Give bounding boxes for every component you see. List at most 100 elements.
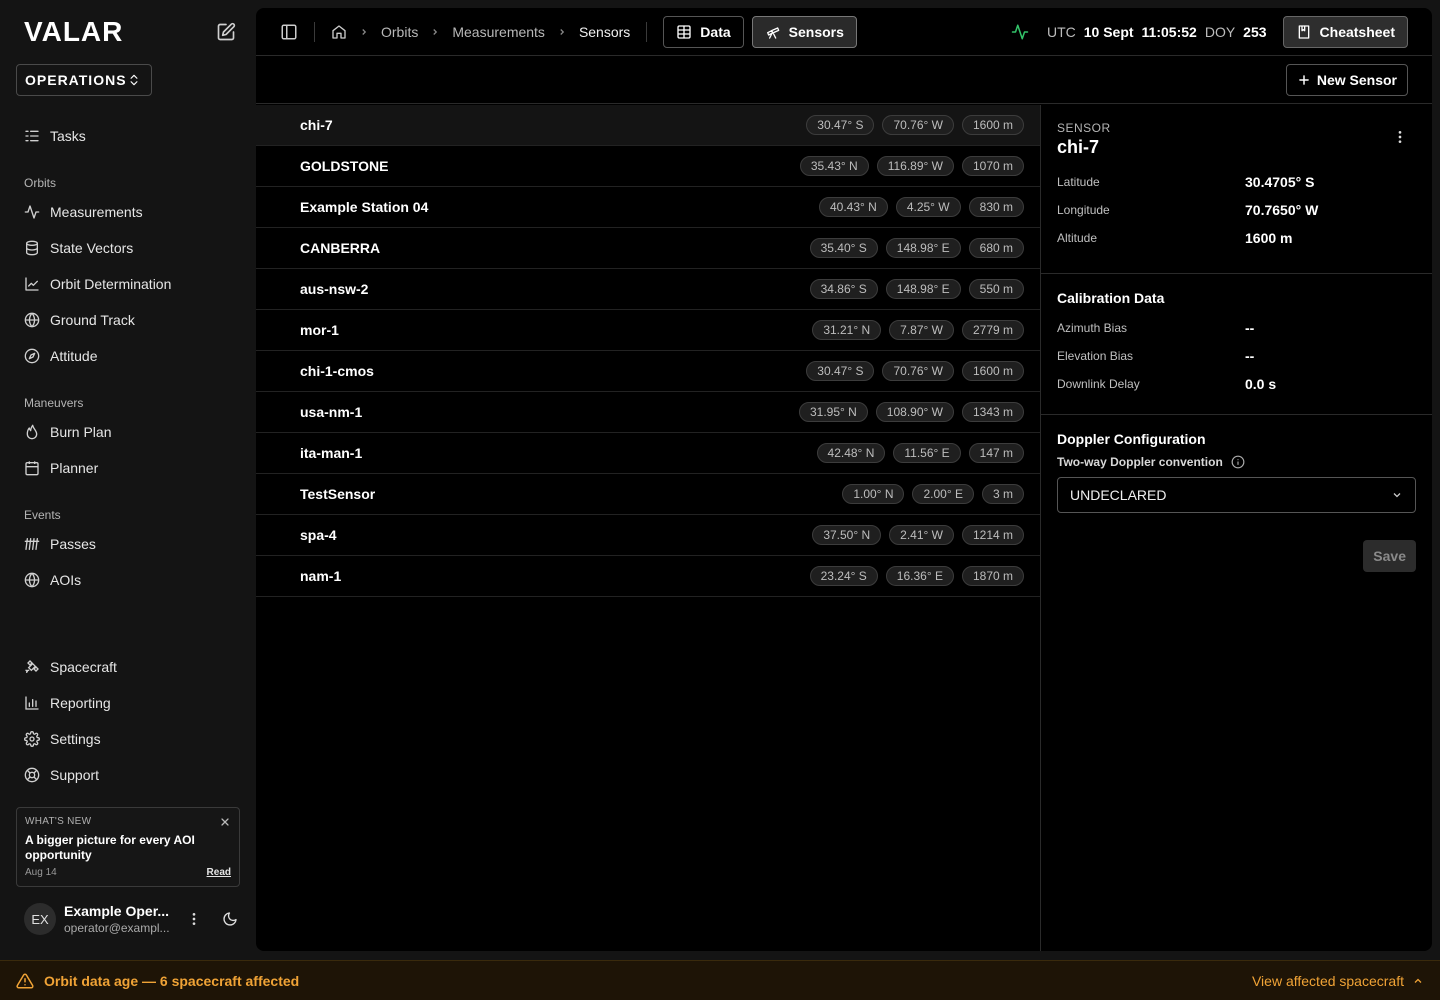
new-sensor-label: New Sensor — [1316, 72, 1397, 88]
field-value: 30.4705° S — [1245, 174, 1315, 190]
flame-icon — [24, 424, 40, 440]
sensor-row[interactable]: chi-1-cmos 30.47° S 70.76° W 1600 m — [256, 351, 1040, 392]
sidebar-item-label: AOIs — [50, 572, 82, 588]
home-icon[interactable] — [331, 24, 347, 40]
sidebar-item-passes[interactable]: Passes — [16, 526, 240, 562]
cheatsheet-button[interactable]: Cheatsheet — [1282, 16, 1408, 48]
sidebar-item-support[interactable]: Support — [16, 757, 240, 793]
sidebar-item-state-vectors[interactable]: State Vectors — [16, 230, 240, 266]
whats-new-date: Aug 14 — [25, 867, 57, 878]
sidebar-item-orbit-determination[interactable]: Orbit Determination — [16, 266, 240, 302]
sensor-row[interactable]: TestSensor 1.00° N 2.00° E 3 m — [256, 474, 1040, 515]
sensor-name: chi-7 — [1057, 137, 1100, 157]
chevron-up-icon — [1412, 975, 1424, 987]
moon-icon[interactable] — [222, 911, 238, 927]
info-icon[interactable] — [1231, 455, 1245, 469]
save-button[interactable]: Save — [1363, 540, 1416, 572]
sidebar-item-tasks[interactable]: Tasks — [16, 118, 240, 154]
sidebar-item-measurements[interactable]: Measurements — [16, 194, 240, 230]
field-key: Longitude — [1057, 203, 1110, 217]
telescope-icon — [765, 24, 781, 40]
doppler-convention-select[interactable]: UNDECLARED — [1057, 477, 1416, 513]
breadcrumb: Orbits Measurements Sensors — [331, 24, 630, 40]
sensor-row[interactable]: chi-7 30.47° S 70.76° W 1600 m — [256, 105, 1040, 146]
org-switcher[interactable]: OPERATIONS — [16, 64, 152, 96]
field-key: Downlink Delay — [1057, 377, 1140, 391]
latitude-chip: 30.47° S — [806, 115, 875, 135]
close-icon[interactable] — [219, 816, 231, 828]
latitude-chip: 35.43° N — [799, 156, 869, 176]
divider — [314, 21, 315, 42]
breadcrumb-orbits[interactable]: Orbits — [381, 24, 418, 40]
sidebar-item-label: Passes — [50, 536, 96, 552]
chevron-right-icon — [359, 27, 369, 37]
select-value: UNDECLARED — [1070, 487, 1167, 503]
sensor-row[interactable]: CANBERRA 35.40° S 148.98° E 680 m — [256, 228, 1040, 269]
sidebar-item-settings[interactable]: Settings — [16, 721, 240, 757]
doppler-title: Doppler Configuration — [1057, 431, 1206, 447]
longitude-chip: 2.41° W — [889, 525, 954, 545]
sensor-row[interactable]: Example Station 04 40.43° N 4.25° W 830 m — [256, 187, 1040, 228]
sensor-row[interactable]: aus-nsw-2 34.86° S 148.98° E 550 m — [256, 269, 1040, 310]
plus-icon — [1297, 73, 1311, 87]
doppler-section: Doppler Configuration Two-way Doppler co… — [1041, 415, 1432, 529]
top-bar: Orbits Measurements Sensors Data Sensors… — [256, 8, 1432, 56]
sensor-row-name: spa-4 — [300, 527, 337, 543]
sensor-row-chips: 30.47° S 70.76° W 1600 m — [806, 361, 1024, 381]
latitude-chip: 31.21° N — [812, 320, 882, 340]
divider — [646, 21, 648, 42]
sensor-row[interactable]: GOLDSTONE 35.43° N 116.89° W 1070 m — [256, 146, 1040, 187]
activity-icon — [24, 204, 40, 220]
sidebar-item-label: Ground Track — [50, 312, 135, 328]
more-vertical-icon[interactable] — [186, 911, 202, 927]
sensor-row[interactable]: mor-1 31.21° N 7.87° W 2779 m — [256, 310, 1040, 351]
altitude-chip: 1870 m — [961, 566, 1024, 586]
sensor-row[interactable]: nam-1 23.24° S 16.36° E 1870 m — [256, 556, 1040, 597]
sensor-row-chips: 1.00° N 2.00° E 3 m — [842, 484, 1024, 504]
sensor-row-name: chi-7 — [300, 117, 333, 133]
sensor-row-name: ita-man-1 — [300, 445, 363, 461]
new-sensor-button[interactable]: New Sensor — [1285, 64, 1408, 96]
sensor-row-chips: 34.86° S 148.98° E 550 m — [809, 279, 1024, 299]
sensor-row[interactable]: spa-4 37.50° N 2.41° W 1214 m — [256, 515, 1040, 556]
sidebar-item-planner[interactable]: Planner — [16, 450, 240, 486]
sidebar-item-label: Settings — [50, 731, 101, 747]
activity-icon — [1011, 23, 1029, 41]
breadcrumb-sensors: Sensors — [578, 23, 631, 40]
more-vertical-icon[interactable] — [1392, 129, 1408, 145]
user-name: Example Oper... — [64, 903, 170, 919]
sidebar-item-attitude[interactable]: Attitude — [16, 338, 240, 374]
bar-chart-icon — [24, 695, 40, 711]
field-azimuth-bias: Azimuth Bias -- — [1057, 314, 1416, 342]
sidebar-item-spacecraft[interactable]: Spacecraft — [16, 649, 240, 685]
edit-icon[interactable] — [216, 22, 236, 42]
tab-sensors[interactable]: Sensors — [751, 15, 857, 48]
tab-data[interactable]: Data — [663, 15, 744, 48]
doppler-convention-label: Two-way Doppler convention — [1057, 455, 1416, 469]
view-affected-spacecraft-link[interactable]: View affected spacecraft — [1252, 973, 1424, 989]
latitude-chip: 37.50° N — [812, 525, 882, 545]
logo-row: VALAR — [24, 16, 236, 47]
sidebar-item-aois[interactable]: AOIs — [16, 562, 240, 598]
whats-new-read-link[interactable]: Read — [207, 867, 231, 878]
breadcrumb-measurements[interactable]: Measurements — [452, 24, 545, 40]
longitude-chip: 70.76° W — [882, 115, 954, 135]
sidebar-toggle-icon[interactable] — [280, 23, 298, 41]
user-profile[interactable]: EX Example Oper... operator@exampl... — [24, 900, 240, 938]
sidebar-item-ground-track[interactable]: Ground Track — [16, 302, 240, 338]
top-right-status: UTC 10 Sept 11:05:52 DOY 253 Cheatsheet — [1011, 16, 1408, 48]
sidebar-item-reporting[interactable]: Reporting — [16, 685, 240, 721]
longitude-chip: 7.87° W — [889, 320, 954, 340]
sensor-row[interactable]: ita-man-1 42.48° N 11.56° E 147 m — [256, 433, 1040, 474]
field-elevation-bias: Elevation Bias -- — [1057, 342, 1416, 370]
calibration-section: Calibration Data Azimuth Bias -- Elevatio… — [1041, 274, 1432, 415]
sensor-row[interactable]: usa-nm-1 31.95° N 108.90° W 1343 m — [256, 392, 1040, 433]
longitude-chip: 108.90° W — [875, 402, 954, 422]
altitude-chip: 1070 m — [961, 156, 1024, 176]
globe-icon — [24, 572, 40, 588]
latitude-chip: 40.43° N — [818, 197, 888, 217]
sensor-row-chips: 31.21° N 7.87° W 2779 m — [812, 320, 1024, 340]
clock-doy-label: DOY — [1204, 24, 1236, 40]
field-key: Elevation Bias — [1057, 349, 1134, 363]
sidebar-item-burn-plan[interactable]: Burn Plan — [16, 414, 240, 450]
